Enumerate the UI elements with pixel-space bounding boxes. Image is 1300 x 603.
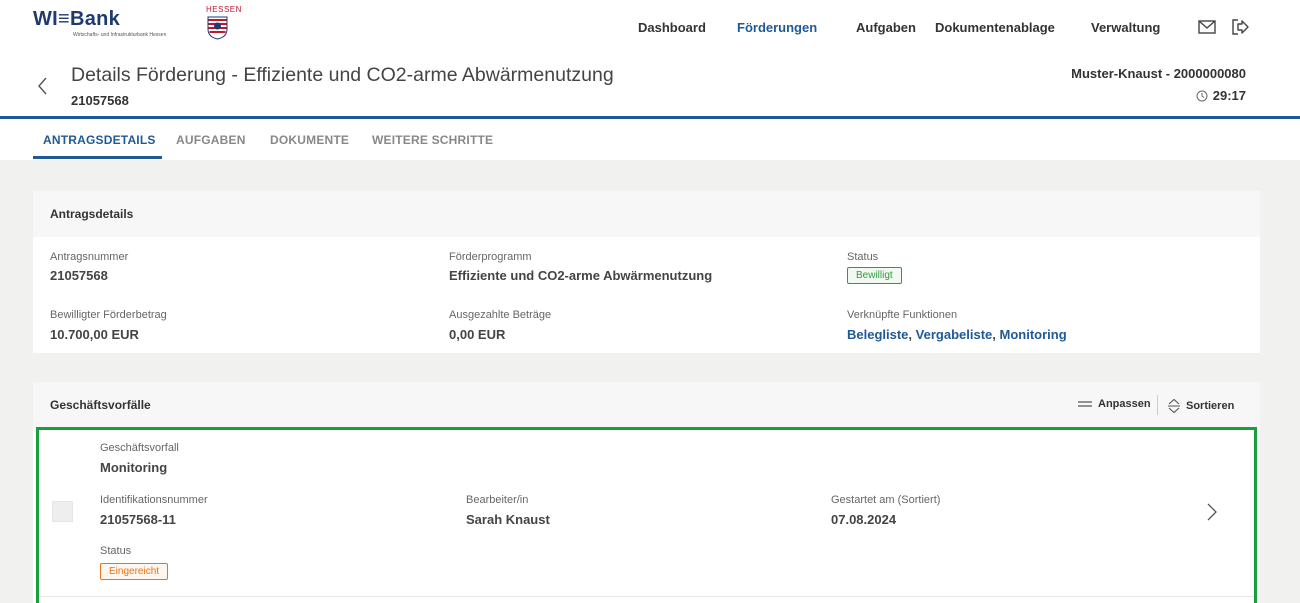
tab-weitere-schritte[interactable]: WEITERE SCHRITTE	[372, 133, 493, 147]
funktionen-separator: ,	[992, 327, 1000, 342]
active-tab-indicator	[33, 156, 162, 159]
lines-icon	[1078, 401, 1092, 407]
bearbeiter-value: Sarah Knaust	[466, 512, 550, 527]
funktionen-separator: ,	[908, 327, 916, 342]
belegliste-link[interactable]: Belegliste	[847, 327, 908, 342]
mail-icon[interactable]	[1197, 17, 1217, 37]
session-timer: 29:17	[1196, 88, 1246, 103]
page-title: Details Förderung - Effiziente und CO2-a…	[71, 64, 614, 86]
chevron-right-icon[interactable]	[1205, 501, 1219, 523]
geschaeftsvorfaelle-header: Geschäftsvorfälle Anpassen Sortieren	[33, 382, 1260, 428]
user-info: Muster-Knaust - 2000000080	[1071, 66, 1246, 81]
nav-verwaltung[interactable]: Verwaltung	[1091, 20, 1160, 38]
sortieren-label: Sortieren	[1186, 400, 1235, 412]
antragsdetails-card: Antragsdetails Antragsnummer 21057568 Fö…	[33, 191, 1260, 353]
ausgezahlt-value: 0,00 EUR	[449, 327, 506, 342]
gestartet-label: Gestartet am (Sortiert)	[831, 494, 941, 506]
antragsnummer-value: 21057568	[50, 268, 108, 283]
vorfall-value: Monitoring	[100, 460, 168, 475]
hessen-crest-icon	[207, 16, 228, 40]
timer-value: 29:17	[1212, 88, 1246, 103]
identifikationsnummer-label: Identifikationsnummer	[100, 494, 208, 506]
sort-icon	[1168, 398, 1180, 414]
funktionen-links: Belegliste, Vergabeliste, Monitoring	[847, 327, 1067, 342]
bearbeiter-label: Bearbeiter/in	[466, 494, 529, 506]
status-badge: Bewilligt	[847, 267, 902, 284]
anpassen-button[interactable]: Anpassen	[1077, 398, 1151, 410]
hessen-label: HESSEN	[206, 5, 242, 14]
betrag-value: 10.700,00 EUR	[50, 327, 139, 342]
anpassen-label: Anpassen	[1098, 398, 1151, 410]
logo-subtitle: Wirtschafts- und Infrastrukturbank Hesse…	[73, 32, 167, 38]
monitoring-link[interactable]: Monitoring	[1000, 327, 1067, 342]
header-action-divider	[1157, 395, 1158, 415]
vorfall-label: Geschäftsvorfall	[100, 442, 179, 454]
antragsnummer-label: Antragsnummer	[50, 251, 129, 263]
geschaeftsvorfall-row[interactable]: Geschäftsvorfall Monitoring Identifikati…	[36, 427, 1257, 603]
row-select-checkbox[interactable]	[52, 501, 73, 522]
nav-aufgaben[interactable]: Aufgaben	[856, 20, 916, 38]
nav-dokumentenablage[interactable]: Dokumentenablage	[935, 20, 1055, 38]
geschaeftsvorfaelle-title: Geschäftsvorfälle	[50, 398, 151, 412]
row-status-label: Status	[100, 545, 132, 557]
tab-bar: ANTRAGSDETAILS AUFGABEN DOKUMENTE WEITER…	[0, 119, 1300, 160]
logout-icon[interactable]	[1230, 17, 1250, 37]
nav-foerderungen[interactable]: Förderungen	[737, 20, 817, 38]
vergabeliste-link[interactable]: Vergabeliste	[916, 327, 993, 342]
back-chevron-icon[interactable]	[36, 76, 50, 96]
page-subtitle-id: 21057568	[71, 93, 129, 108]
sortieren-button[interactable]: Sortieren	[1167, 398, 1234, 414]
row-separator	[39, 596, 1254, 597]
top-header: WI≡Bank Wirtschafts- und Infrastrukturba…	[0, 0, 1300, 118]
tab-dokumente[interactable]: DOKUMENTE	[270, 133, 349, 147]
gestartet-value: 07.08.2024	[831, 512, 897, 527]
row-status-badge: Eingereicht	[100, 563, 169, 580]
tab-antragsdetails[interactable]: ANTRAGSDETAILS	[43, 133, 156, 147]
antragsdetails-header: Antragsdetails	[33, 191, 1260, 237]
betrag-label: Bewilligter Förderbetrag	[50, 309, 167, 321]
logo-brand: WI≡Bank	[33, 8, 121, 30]
ausgezahlt-label: Ausgezahlte Beträge	[449, 309, 552, 321]
identifikationsnummer-value: 21057568-11	[100, 512, 176, 527]
status-label: Status	[847, 251, 879, 263]
foerderprogramm-label: Förderprogramm	[449, 251, 532, 263]
foerderprogramm-value: Effiziente und CO2-arme Abwärmenutzung	[449, 268, 713, 283]
tab-aufgaben[interactable]: AUFGABEN	[176, 133, 246, 147]
funktionen-label: Verknüpfte Funktionen	[847, 309, 958, 321]
antragsdetails-title: Antragsdetails	[50, 207, 134, 221]
clock-icon	[1196, 90, 1208, 101]
wibank-logo[interactable]: WI≡Bank Wirtschafts- und Infrastrukturba…	[33, 5, 255, 40]
nav-dashboard[interactable]: Dashboard	[638, 20, 706, 38]
